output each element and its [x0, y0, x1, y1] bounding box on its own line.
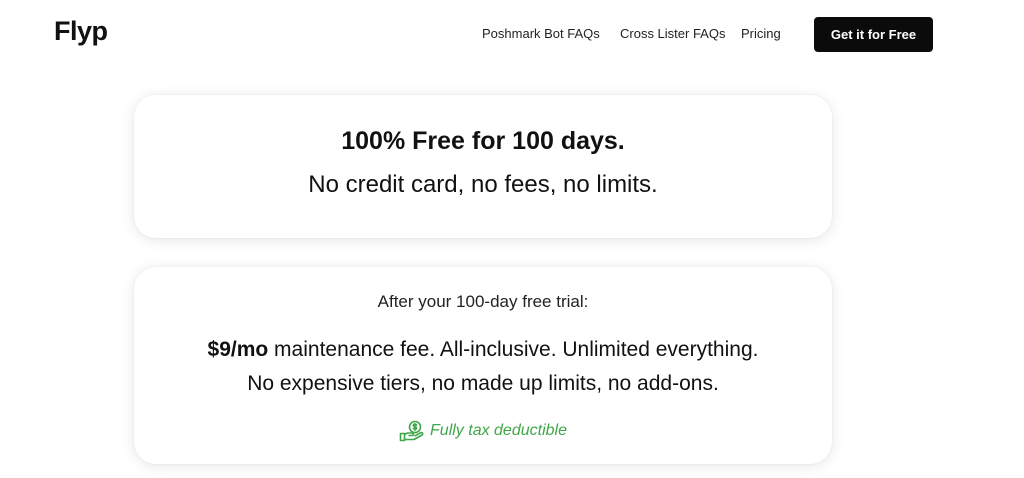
- get-it-for-free-button[interactable]: Get it for Free: [814, 17, 933, 52]
- tiers-line: No expensive tiers, no made up limits, n…: [247, 372, 719, 395]
- site-header: Flyp Poshmark Bot FAQs Cross Lister FAQs…: [0, 0, 1024, 70]
- nav-pricing[interactable]: Pricing: [741, 26, 781, 41]
- nav-poshmark-bot-faqs[interactable]: Poshmark Bot FAQs: [482, 26, 600, 41]
- hand-money-icon: [399, 420, 425, 442]
- nav-cross-lister-faqs[interactable]: Cross Lister FAQs: [620, 26, 725, 41]
- logo[interactable]: Flyp: [54, 16, 108, 47]
- trial-label: After your 100-day free trial:: [377, 292, 589, 311]
- free-trial-subline: No credit card, no fees, no limits.: [308, 171, 658, 198]
- free-trial-card: 100% Free for 100 days. No credit card, …: [134, 95, 832, 238]
- price-line: $9/mo maintenance fee. All-inclusive. Un…: [134, 338, 832, 362]
- price-amount: $9/mo: [207, 338, 269, 361]
- pricing-card: After your 100-day free trial: $9/mo mai…: [134, 267, 832, 464]
- price-description: maintenance fee. All-inclusive. Unlimite…: [268, 338, 759, 361]
- tax-deductible-note: Fully tax deductible: [134, 420, 832, 442]
- page: Flyp Poshmark Bot FAQs Cross Lister FAQs…: [0, 0, 1024, 478]
- tax-deductible-label: Fully tax deductible: [430, 422, 567, 439]
- free-trial-headline: 100% Free for 100 days.: [341, 127, 625, 155]
